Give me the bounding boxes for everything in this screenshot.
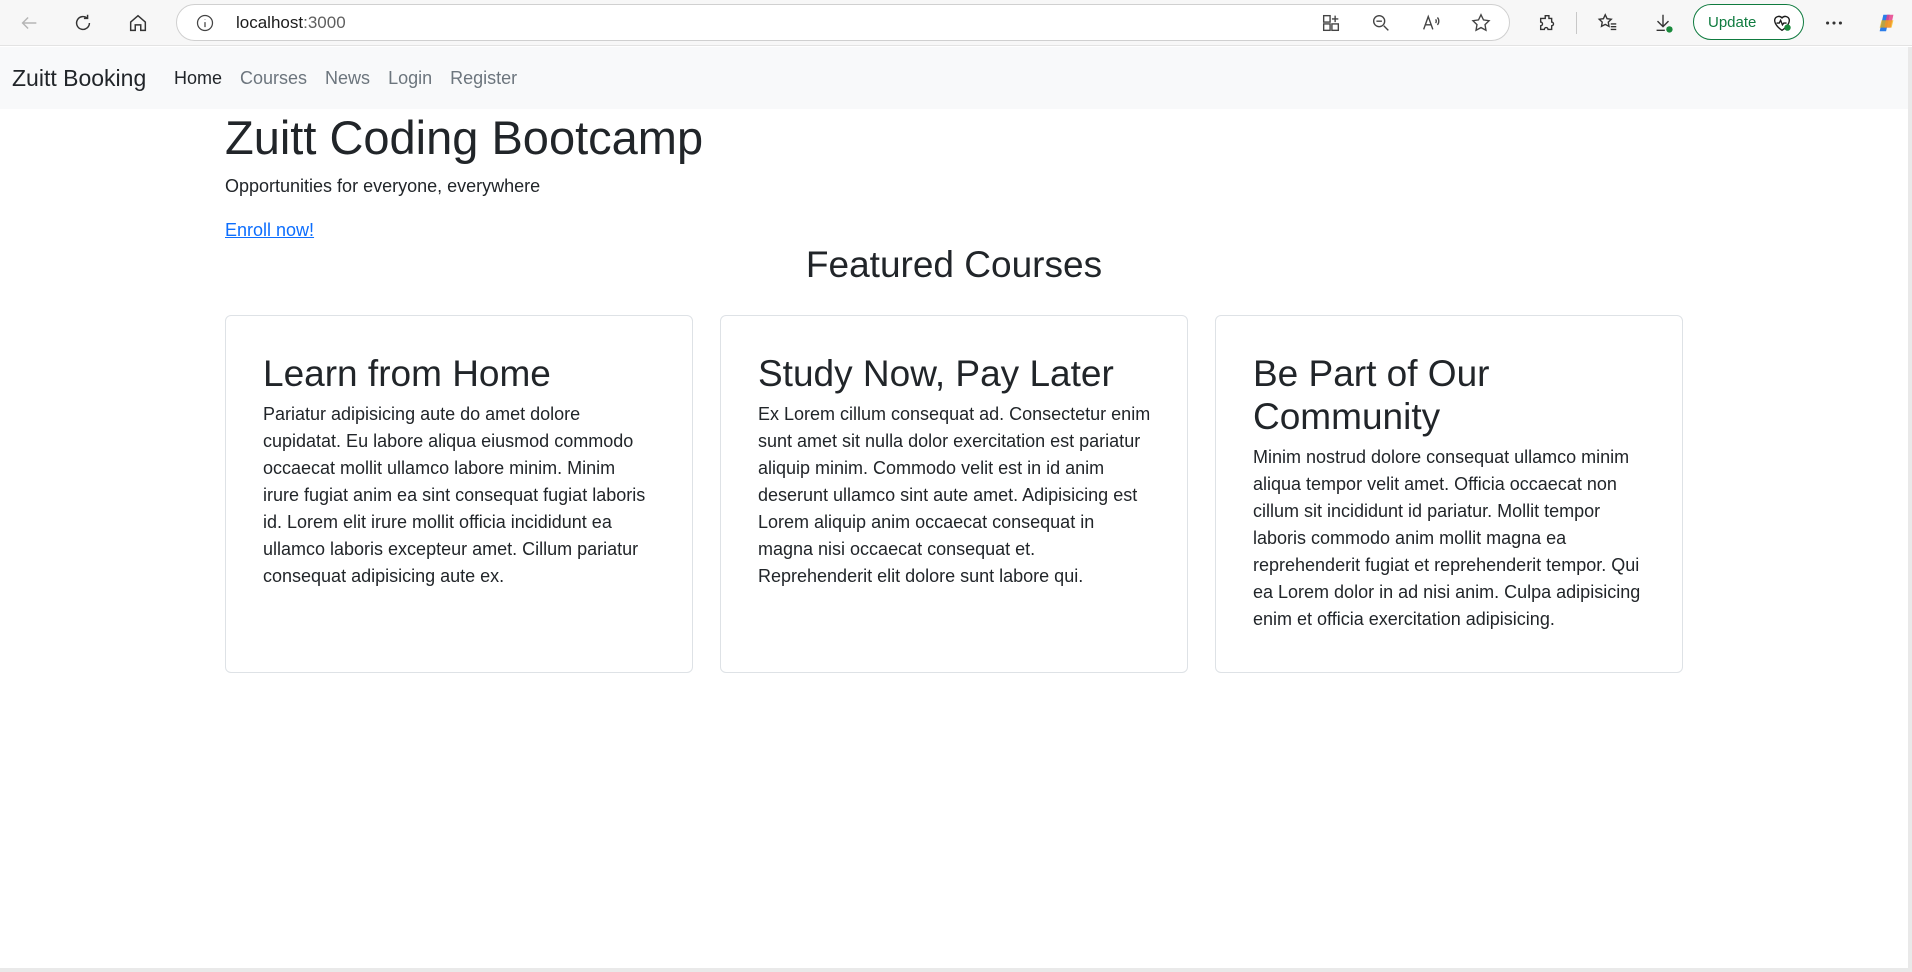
hero-title: Zuitt Coding Bootcamp — [225, 111, 704, 164]
course-card: Study Now, Pay Later Ex Lorem cillum con… — [720, 315, 1188, 673]
nav-link-courses[interactable]: Courses — [240, 68, 307, 89]
course-card: Learn from Home Pariatur adipisicing aut… — [225, 315, 693, 673]
course-card-title: Study Now, Pay Later — [758, 353, 1114, 394]
health-heart-icon — [1773, 15, 1791, 32]
extensions-icon[interactable] — [1531, 6, 1565, 40]
toolbar-divider — [1576, 12, 1577, 34]
url-port: :3000 — [303, 13, 346, 32]
nav-link-home[interactable]: Home — [174, 68, 222, 89]
url-text[interactable]: localhost:3000 — [236, 13, 346, 33]
window-bottom-border — [0, 968, 1912, 972]
zoom-out-icon[interactable] — [1370, 12, 1392, 34]
enroll-now-link[interactable]: Enroll now! — [225, 220, 314, 241]
nav-link-login[interactable]: Login — [388, 68, 432, 89]
course-card-body: Ex Lorem cillum consequat ad. Consectetu… — [758, 404, 1151, 586]
nav-link-news[interactable]: News — [325, 68, 370, 89]
course-card-title: Learn from Home — [263, 353, 551, 394]
apps-icon[interactable] — [1320, 12, 1342, 34]
copilot-icon[interactable] — [1870, 6, 1904, 40]
course-card-title: Be Part of Our Community — [1253, 353, 1490, 437]
home-icon[interactable] — [121, 6, 155, 40]
hero-subtitle: Opportunities for everyone, everywhere — [225, 176, 541, 196]
site-info-icon[interactable] — [195, 13, 215, 33]
window-right-border — [1908, 47, 1912, 972]
read-aloud-icon[interactable] — [1420, 12, 1442, 34]
navbar-brand[interactable]: Zuitt Booking — [12, 65, 146, 92]
course-card: Be Part of Our Community Minim nostrud d… — [1215, 315, 1683, 673]
downloads-icon[interactable] — [1646, 6, 1680, 40]
nav-links: Home Courses News Login Register — [174, 68, 535, 89]
course-card-body: Minim nostrud dolore consequat ullamco m… — [1253, 447, 1641, 629]
featured-courses-heading: Featured Courses — [805, 244, 1103, 285]
favorite-star-icon[interactable] — [1470, 12, 1492, 34]
address-bar[interactable]: localhost:3000 — [176, 4, 1510, 41]
back-icon[interactable] — [12, 6, 46, 40]
nav-link-register[interactable]: Register — [450, 68, 517, 89]
url-host: localhost — [236, 13, 304, 32]
more-icon[interactable] — [1817, 6, 1851, 40]
update-button[interactable]: Update — [1693, 4, 1804, 40]
reload-icon[interactable] — [66, 6, 100, 40]
course-card-body: Pariatur adipisicing aute do amet dolore… — [263, 404, 646, 586]
favorites-icon[interactable] — [1591, 6, 1625, 40]
browser-toolbar: localhost:3000 Update — [0, 0, 1912, 46]
update-label: Update — [1708, 13, 1757, 31]
app-navbar: Zuitt Booking Home Courses News Login Re… — [0, 47, 1908, 109]
